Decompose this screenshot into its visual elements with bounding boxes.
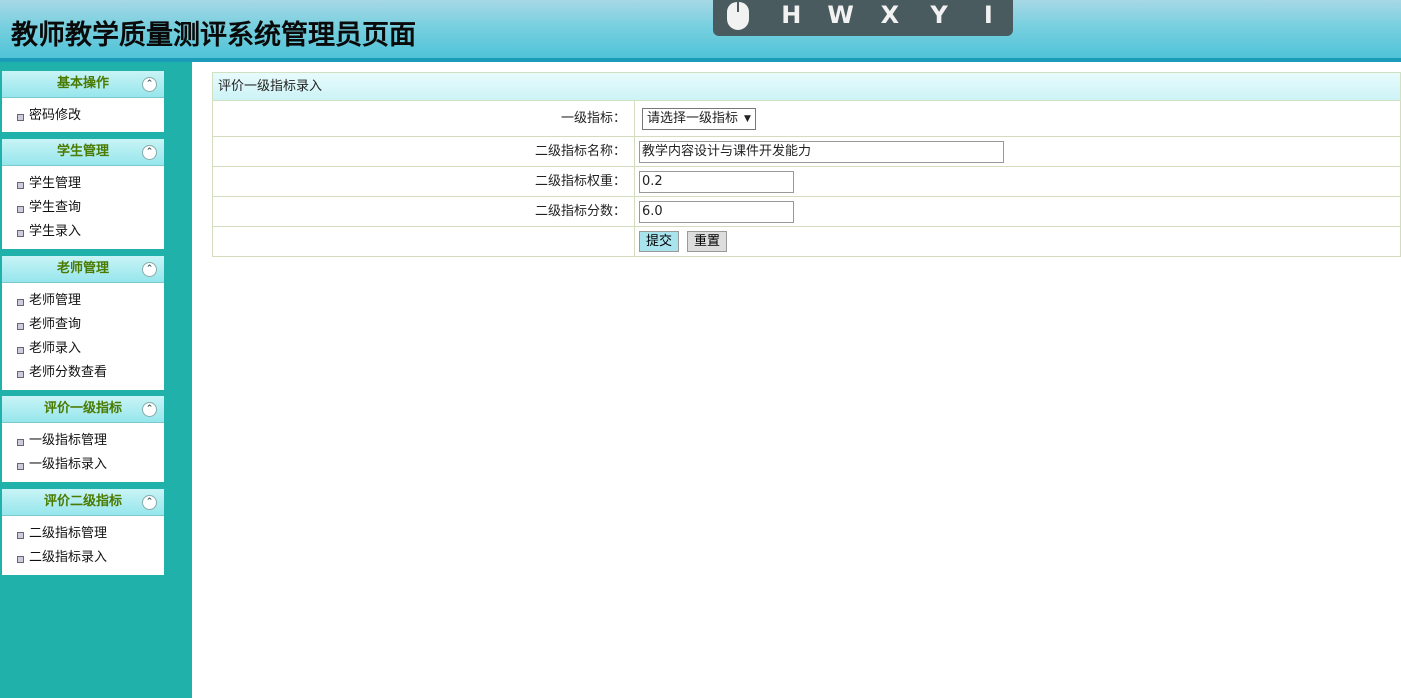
score-label: 二级指标分数： — [213, 197, 635, 226]
key-label: H — [781, 1, 802, 29]
panel-teachers: 老师管理 ⌃ 老师管理 老师查询 老师录入 老师分数查看 — [2, 256, 164, 390]
panel-level1: 评价一级指标 ⌃ 一级指标管理 一级指标录入 — [2, 396, 164, 482]
sidebar-item-teacher-manage[interactable]: 老师管理 — [2, 289, 164, 313]
panel-header[interactable]: 评价一级指标 ⌃ — [2, 396, 164, 423]
panel-header[interactable]: 老师管理 ⌃ — [2, 256, 164, 283]
panel-title: 基本操作 — [56, 76, 109, 91]
collapse-icon[interactable]: ⌃ — [142, 495, 157, 510]
sidebar-item-teacher-query[interactable]: 老师查询 — [2, 313, 164, 337]
panel-header[interactable]: 评价二级指标 ⌃ — [2, 489, 164, 516]
form-row-weight: 二级指标权重： 0.2 — [212, 167, 1401, 197]
score-input[interactable]: 6.0 — [639, 200, 794, 223]
level1-select-value: 请选择一级指标 — [647, 110, 739, 126]
sidebar-item-level1-manage[interactable]: 一级指标管理 — [2, 429, 164, 453]
collapse-icon[interactable]: ⌃ — [142, 262, 157, 277]
form-row-actions: 提交 重置 — [212, 227, 1401, 257]
panel-header[interactable]: 基本操作 ⌃ — [2, 71, 164, 98]
key-label: Y — [930, 1, 948, 29]
key-label: I — [983, 1, 993, 29]
name-input[interactable]: 教学内容设计与课件开发能力 — [639, 140, 1004, 163]
reset-button[interactable]: 重置 — [687, 231, 728, 252]
sidebar-item-level2-manage[interactable]: 二级指标管理 — [2, 522, 164, 546]
form-caption: 评价一级指标录入 — [212, 72, 1401, 101]
sidebar-item-level1-add[interactable]: 一级指标录入 — [2, 453, 164, 477]
level1-select[interactable]: 请选择一级指标 ▼ — [642, 107, 756, 130]
sidebar-item-teacher-add[interactable]: 老师录入 — [2, 337, 164, 361]
panel-title: 学生管理 — [56, 144, 109, 159]
panel-level2: 评价二级指标 ⌃ 二级指标管理 二级指标录入 — [2, 489, 164, 575]
app-header: 教师教学质量测评系统管理员页面 H W X Y I — [0, 0, 1401, 62]
panel-basic: 基本操作 ⌃ 密码修改 — [2, 71, 164, 132]
sidebar-item-student-query[interactable]: 学生查询 — [2, 196, 164, 220]
level2-entry-form: 评价一级指标录入 一级指标： 请选择一级指标 ▼ 二级指标名称： 教学内容设计与… — [212, 72, 1401, 257]
mouse-icon — [727, 2, 749, 30]
sidebar-item-teacher-scores[interactable]: 老师分数查看 — [2, 361, 164, 385]
collapse-icon[interactable]: ⌃ — [142, 145, 157, 160]
sidebar-item-level2-add[interactable]: 二级指标录入 — [2, 546, 164, 570]
sidebar-item-student-manage[interactable]: 学生管理 — [2, 172, 164, 196]
page-title: 教师教学质量测评系统管理员页面 — [11, 20, 416, 51]
form-row-score: 二级指标分数： 6.0 — [212, 197, 1401, 227]
collapse-icon[interactable]: ⌃ — [142, 77, 157, 92]
panel-title: 评价一级指标 — [43, 401, 122, 416]
sidebar-item-student-add[interactable]: 学生录入 — [2, 220, 164, 244]
form-row-level1: 一级指标： 请选择一级指标 ▼ — [212, 101, 1401, 137]
sidebar: 基本操作 ⌃ 密码修改 学生管理 ⌃ 学生管理 学生查询 学生录入 老师管理 ⌃… — [0, 62, 192, 698]
level1-label: 一级指标： — [213, 101, 635, 136]
dropdown-arrow-icon: ▼ — [744, 113, 751, 124]
name-label: 二级指标名称： — [213, 137, 635, 166]
submit-button[interactable]: 提交 — [639, 231, 680, 252]
panel-title: 老师管理 — [56, 261, 109, 276]
panel-students: 学生管理 ⌃ 学生管理 学生查询 学生录入 — [2, 139, 164, 249]
collapse-icon[interactable]: ⌃ — [142, 402, 157, 417]
key-label: W — [827, 1, 854, 29]
keyboard-overlay: H W X Y I — [713, 0, 1013, 36]
sidebar-item-password[interactable]: 密码修改 — [2, 104, 164, 128]
panel-title: 评价二级指标 — [43, 494, 122, 509]
actions-label — [213, 227, 635, 256]
weight-label: 二级指标权重： — [213, 167, 635, 196]
weight-input[interactable]: 0.2 — [639, 170, 794, 193]
form-row-name: 二级指标名称： 教学内容设计与课件开发能力 — [212, 137, 1401, 167]
panel-header[interactable]: 学生管理 ⌃ — [2, 139, 164, 166]
key-label: X — [880, 1, 900, 29]
